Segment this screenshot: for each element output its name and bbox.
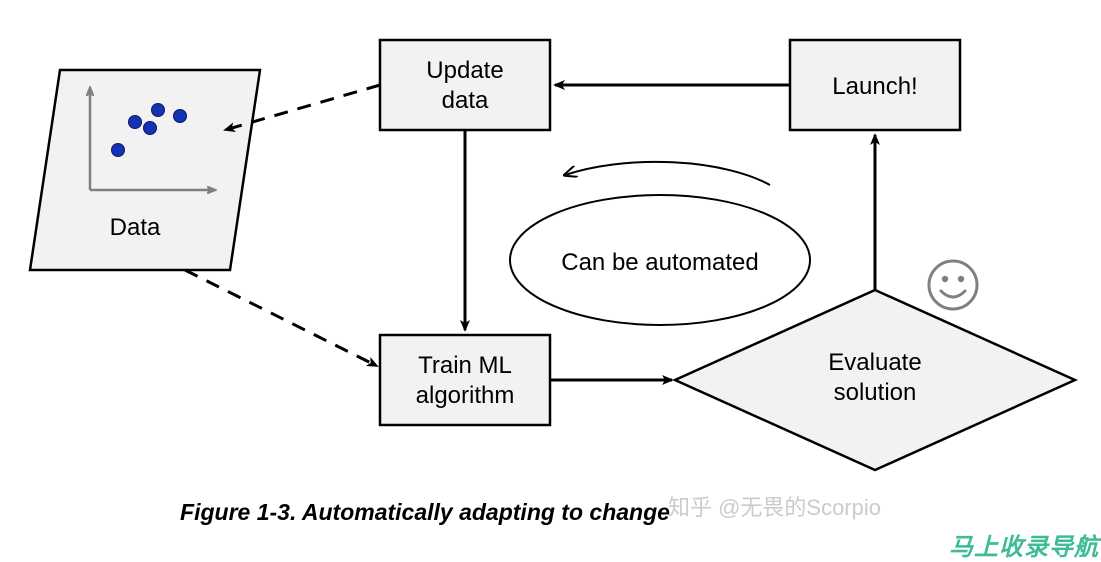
- diagram-canvas: Data Update data Launch! Can be automate…: [0, 0, 1101, 562]
- train-line2: algorithm: [416, 382, 515, 409]
- launch-label: Launch!: [832, 73, 917, 100]
- node-launch: Launch!: [790, 40, 960, 130]
- node-update-data: Update data: [380, 40, 550, 130]
- train-line1: Train ML: [418, 352, 512, 379]
- automated-label: Can be automated: [561, 249, 758, 276]
- evaluate-line1: Evaluate: [828, 349, 921, 376]
- update-line1: Update: [426, 57, 503, 84]
- smiley-icon: [929, 261, 977, 309]
- node-train-ml: Train ML algorithm: [380, 335, 550, 425]
- node-automated: Can be automated: [510, 162, 810, 325]
- arrow-data-to-train: [185, 270, 377, 366]
- update-line2: data: [442, 87, 489, 114]
- evaluate-line2: solution: [834, 379, 917, 406]
- node-data: Data: [30, 70, 260, 270]
- figure-caption: Figure 1-3. Automatically adapting to ch…: [180, 499, 670, 525]
- data-label: Data: [110, 214, 161, 241]
